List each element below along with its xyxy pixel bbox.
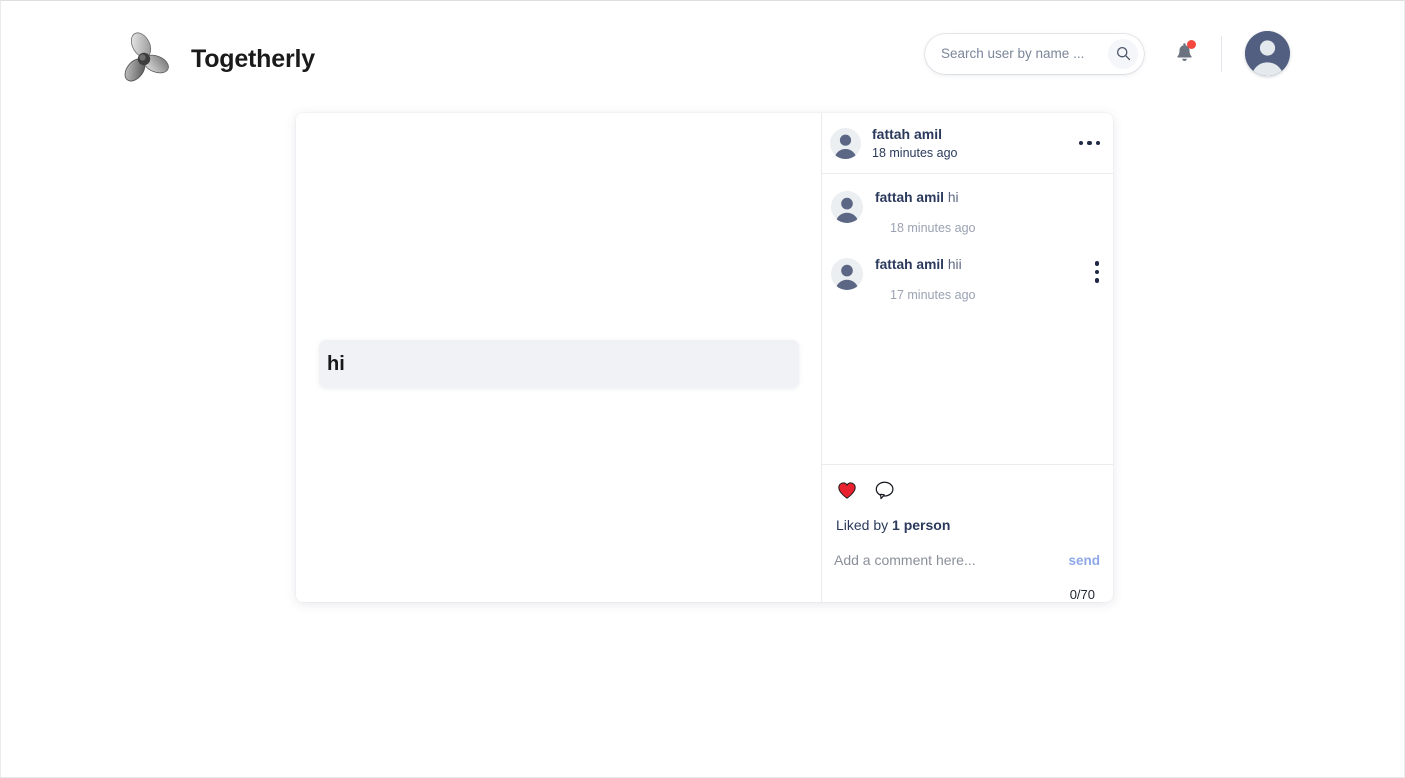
list-item: fattah amil hii 17 minutes ago	[822, 257, 1113, 302]
action-row	[836, 479, 1113, 501]
page-root: Togetherly Search user by name ... hi fa…	[0, 0, 1405, 778]
likes-prefix: Liked by	[836, 517, 889, 533]
post-actions: Liked by 1 person	[822, 465, 1113, 533]
notification-badge-dot	[1187, 39, 1196, 49]
navbar-actions	[925, 31, 1290, 76]
comments-list: fattah amil hi 18 minutes ago fattah ami…	[822, 174, 1113, 465]
post-header-meta: fattah amil 18 minutes ago	[872, 126, 1079, 161]
list-item: fattah amil hi 18 minutes ago	[822, 190, 1113, 235]
ellipsis-horizontal-icon	[1078, 140, 1083, 146]
comment-author-name: fattah amil	[875, 257, 944, 272]
post-details-panel: fattah amil 18 minutes ago fattah amil h…	[821, 113, 1113, 602]
avatar[interactable]	[1245, 31, 1290, 76]
post-options-button[interactable]	[1078, 133, 1100, 153]
heart-filled-icon	[838, 481, 856, 499]
comment-input[interactable]	[832, 549, 1068, 571]
post-content-panel: hi	[296, 113, 821, 602]
comment-author-name: fattah amil	[875, 190, 944, 205]
comment-timestamp: 18 minutes ago	[890, 221, 976, 235]
comment-line: fattah amil hi	[875, 190, 1103, 206]
ellipsis-vertical-icon	[1094, 261, 1099, 266]
navbar-divider	[1221, 35, 1222, 72]
notifications-button[interactable]	[1171, 39, 1197, 69]
avatar-icon	[831, 258, 863, 290]
post-header: fattah amil 18 minutes ago	[822, 113, 1113, 174]
post-timestamp: 18 minutes ago	[872, 145, 958, 160]
post-content-text: hi	[327, 352, 345, 375]
ellipsis-vertical-icon	[1094, 269, 1099, 274]
comment-body: fattah amil hii 17 minutes ago	[875, 257, 1095, 302]
send-comment-button[interactable]: send	[1067, 553, 1101, 568]
post-card: hi fattah amil 18 minutes ago fattah ami…	[296, 113, 1113, 602]
propeller-logo-icon	[124, 32, 169, 82]
comment-line: fattah amil hii	[875, 257, 1095, 273]
comment-options-button[interactable]	[1094, 261, 1099, 283]
ellipsis-vertical-icon	[1094, 278, 1099, 283]
comment-body: fattah amil hi 18 minutes ago	[875, 190, 1103, 235]
search-input[interactable]	[925, 34, 1093, 73]
like-button[interactable]	[836, 479, 858, 501]
comment-timestamp: 17 minutes ago	[890, 288, 976, 302]
comment-author-avatar[interactable]	[831, 191, 863, 223]
comment-button[interactable]	[874, 479, 896, 501]
ellipsis-horizontal-icon	[1087, 140, 1092, 146]
character-counter: 0/70	[1069, 587, 1095, 602]
search-bar[interactable]	[925, 33, 1144, 74]
post-author-name: fattah amil	[872, 125, 943, 142]
avatar-icon	[1245, 31, 1290, 76]
post-author-avatar[interactable]	[830, 127, 861, 159]
avatar-icon	[831, 191, 863, 223]
add-comment-form: send 0/70	[822, 533, 1113, 602]
ellipsis-horizontal-icon	[1095, 140, 1100, 146]
search-button[interactable]	[1108, 38, 1138, 69]
comment-text: hi	[947, 190, 959, 205]
brand[interactable]: Togetherly	[119, 31, 315, 87]
comment-input-row: send	[832, 549, 1101, 571]
comment-bubble-icon	[875, 481, 894, 499]
comment-author-avatar[interactable]	[831, 258, 863, 290]
likes-count: 1 person	[892, 517, 951, 533]
top-navbar: Togetherly	[1, 1, 1404, 105]
search-icon	[1116, 47, 1130, 61]
comment-text: hii	[947, 257, 962, 272]
likes-summary: Liked by 1 person	[836, 517, 1113, 533]
brand-title: Togetherly	[191, 44, 315, 73]
avatar-icon	[830, 127, 861, 159]
post-content-box: hi	[319, 340, 799, 388]
